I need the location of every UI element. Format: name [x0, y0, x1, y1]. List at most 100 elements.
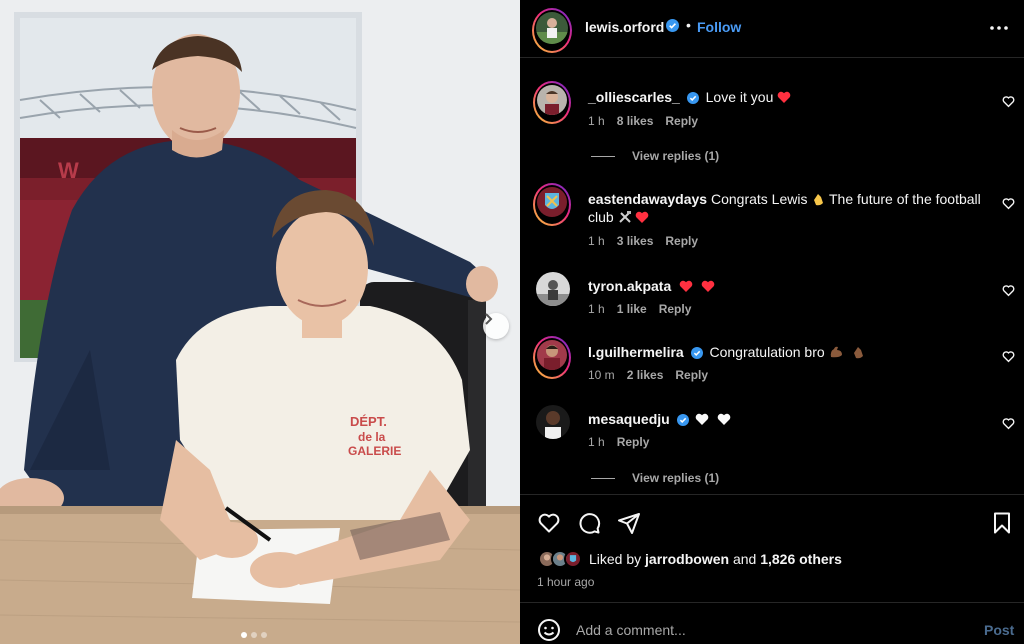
comment-meta: 1 h 1 like Reply	[588, 302, 691, 316]
liked-by-prefix: Liked by	[589, 551, 646, 567]
comment-text: tyron.akpata	[588, 277, 988, 295]
view-replies-button[interactable]: View replies (1)	[591, 149, 719, 163]
comment-time: 1 h	[588, 302, 605, 316]
commenter-avatar	[537, 85, 567, 115]
comments-list[interactable]: _olliescarles_ Love it you 1 h 8 likes R…	[520, 59, 1024, 493]
chevron-right-icon	[485, 313, 493, 325]
comment-meta: 1 h Reply	[588, 435, 649, 449]
comment-like-heart-icon[interactable]	[1002, 197, 1015, 210]
comment-meta: 10 m 2 likes Reply	[588, 368, 708, 382]
comment-likes[interactable]: 1 like	[617, 302, 647, 316]
view-replies-line	[591, 155, 615, 157]
svg-text:W: W	[58, 158, 79, 183]
comment-time: 1 h	[588, 435, 605, 449]
post-header: lewis.orford • Follow	[520, 0, 1024, 58]
author-avatar	[536, 12, 568, 44]
clapping-hands-emoji-icon	[854, 347, 864, 359]
comment-text: eastendawaydays Congrats Lewis The futur…	[588, 190, 988, 226]
red-heart-emoji-icon	[701, 280, 715, 292]
post-side-panel: lewis.orford • Follow _olliescarles_ Lov…	[520, 0, 1024, 644]
comment-reply-button[interactable]: Reply	[659, 302, 692, 316]
author-username[interactable]: lewis.orford	[585, 19, 664, 35]
comment-reply-button[interactable]: Reply	[665, 234, 698, 248]
comment-username[interactable]: eastendawaydays	[588, 191, 707, 207]
white-heart-emoji-icon	[696, 413, 709, 425]
comment-username[interactable]: tyron.akpata	[588, 278, 671, 294]
comment-username[interactable]: l.guilhermelira	[588, 344, 684, 360]
comment-like-heart-icon[interactable]	[1002, 350, 1015, 363]
commenter-avatar-ring[interactable]	[533, 81, 571, 124]
view-replies-line	[591, 477, 615, 479]
comment-time: 1 h	[588, 234, 605, 248]
verified-icon	[686, 92, 699, 105]
liker-avatar[interactable]	[564, 550, 582, 568]
red-heart-emoji-icon	[679, 280, 693, 292]
comment-likes[interactable]: 3 likes	[617, 234, 654, 248]
post-actions: Liked by jarrodbowen and 1,826 others 1 …	[520, 494, 1024, 602]
comment-likes[interactable]: 8 likes	[617, 114, 654, 128]
red-heart-emoji-icon	[777, 91, 791, 103]
liked-by-summary: Liked by jarrodbowen and 1,826 others	[538, 550, 842, 568]
comment-text: l.guilhermelira Congratulation bro	[588, 343, 988, 361]
flexed-biceps-emoji-icon	[830, 346, 842, 358]
signing-photo-illustration: W DÉPT. de la GALERIE	[0, 0, 520, 644]
shirt-text-1: DÉPT.	[350, 414, 387, 429]
comment-input[interactable]	[576, 619, 956, 641]
comment-meta: 1 h 3 likes Reply	[588, 234, 698, 248]
comment-time: 1 h	[588, 114, 605, 128]
comment-likes[interactable]: 2 likes	[627, 368, 664, 382]
comment-body: Congrats Lewis	[710, 191, 812, 207]
add-comment-bar: Post	[520, 602, 1024, 644]
heart-icon[interactable]	[537, 511, 561, 535]
post-comment-button[interactable]: Post	[984, 622, 1014, 638]
carousel-dot	[261, 632, 267, 638]
post-time[interactable]: 1 hour ago	[537, 575, 594, 589]
red-heart-emoji-icon	[636, 211, 649, 223]
verified-icon	[690, 347, 703, 360]
commenter-avatar	[537, 340, 567, 370]
emoji-icon[interactable]	[537, 618, 561, 642]
liked-by-others[interactable]: 1,826 others	[760, 551, 842, 567]
clapping-hands-emoji-icon	[814, 194, 824, 206]
comment-reply-button[interactable]: Reply	[675, 368, 708, 382]
follow-button[interactable]: Follow	[697, 19, 741, 35]
comment-meta: 1 h 8 likes Reply	[588, 114, 698, 128]
comment-reply-button[interactable]: Reply	[617, 435, 650, 449]
comment-body: Love it you	[705, 89, 778, 105]
comment-text: _olliescarles_ Love it you	[588, 88, 988, 106]
comment-reply-button[interactable]: Reply	[665, 114, 698, 128]
comment-icon[interactable]	[577, 511, 601, 535]
comment-username[interactable]: mesaquedju	[588, 411, 670, 427]
comment-like-heart-icon[interactable]	[1002, 95, 1015, 108]
header-separator: •	[686, 17, 691, 33]
comment-body: Congratulation bro	[709, 344, 829, 360]
comment-username[interactable]: _olliescarles_	[588, 89, 680, 105]
bookmark-icon[interactable]	[990, 511, 1014, 535]
commenter-avatar-ring[interactable]	[533, 183, 571, 226]
share-icon[interactable]	[617, 511, 641, 535]
comment-like-heart-icon[interactable]	[1002, 417, 1015, 430]
liked-by-middle: and	[729, 551, 761, 567]
comment-like-heart-icon[interactable]	[1002, 284, 1015, 297]
more-icon[interactable]	[988, 20, 1010, 36]
hammer-and-pick-emoji-icon	[618, 211, 631, 223]
liked-by-text: Liked by jarrodbowen and 1,826 others	[589, 551, 842, 567]
carousel-next-button[interactable]	[483, 313, 509, 339]
carousel-dots	[241, 632, 267, 638]
commenter-avatar	[537, 187, 567, 217]
verified-icon	[676, 414, 689, 427]
commenter-avatar-ring[interactable]	[533, 336, 571, 379]
liked-by-user[interactable]: jarrodbowen	[645, 551, 729, 567]
author-avatar-ring[interactable]	[532, 8, 572, 53]
carousel-dot	[251, 632, 257, 638]
shirt-text-2: de la	[358, 430, 386, 444]
verified-icon	[666, 19, 679, 32]
shirt-text-3: GALERIE	[348, 444, 401, 458]
view-replies-label: View replies (1)	[632, 471, 720, 485]
view-replies-button[interactable]: View replies (1)	[591, 471, 719, 485]
comment-time: 10 m	[588, 368, 615, 382]
commenter-avatar[interactable]	[536, 405, 570, 439]
post-photo: W DÉPT. de la GALERIE	[0, 0, 520, 644]
commenter-avatar[interactable]	[536, 272, 570, 306]
carousel-dot	[241, 632, 247, 638]
